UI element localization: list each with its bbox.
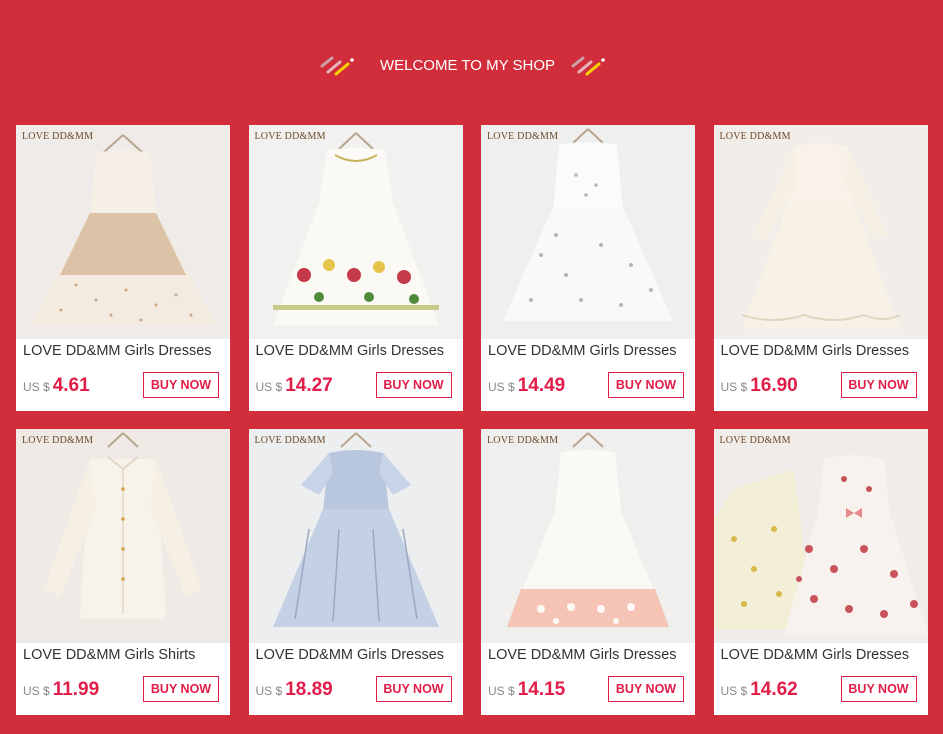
product-title[interactable]: LOVE DD&MM Girls Dresses (488, 343, 693, 359)
welcome-banner: WELCOME TO MY SHOP (0, 50, 943, 80)
product-image[interactable]: LOVE DD&MM (248, 429, 463, 643)
product-title[interactable]: LOVE DD&MM Girls Dresses (256, 343, 461, 359)
buy-now-button[interactable]: BUY NOW (375, 676, 452, 702)
price-value: 14.62 (750, 679, 798, 700)
brand-watermark: LOVE DD&MM (254, 435, 326, 446)
buy-now-button[interactable]: BUY NOW (608, 676, 684, 702)
brand-watermark: LOVE DD&MM (254, 131, 326, 142)
product-image[interactable]: LOVE DD&MM (16, 429, 230, 643)
price-value: 18.89 (285, 679, 333, 700)
product-image[interactable]: LOVE DD&MM (248, 125, 463, 339)
price-value: 14.49 (517, 375, 566, 396)
product-card[interactable]: LOVE DD&MM LOVE DD&MM Girls Dresses US $… (16, 125, 230, 411)
product-card[interactable]: LOVE DD&MM LOVE DD&MM Girls Shirts US $ … (16, 429, 230, 715)
buy-now-button[interactable]: BUY NOW (608, 372, 684, 398)
price-value: 16.90 (750, 375, 798, 396)
product-card[interactable]: LOVE DD&MM LOVE DD&MM Girls Dresses US $… (481, 125, 695, 411)
price: US $ 14.27 (256, 375, 333, 397)
brand-watermark: LOVE DD&MM (22, 131, 94, 142)
product-title[interactable]: LOVE DD&MM Girls Shirts (23, 647, 228, 663)
brand-watermark: LOVE DD&MM (22, 435, 94, 446)
buy-now-button[interactable]: BUY NOW (840, 676, 917, 702)
brand-watermark: LOVE DD&MM (719, 435, 791, 446)
product-image[interactable]: LOVE DD&MM (16, 125, 230, 339)
buy-now-button[interactable]: BUY NOW (375, 372, 452, 398)
currency-label: US $ (720, 380, 748, 394)
price-value: 14.27 (285, 375, 333, 396)
currency-label: US $ (720, 684, 748, 698)
product-grid: LOVE DD&MM LOVE DD&MM Girls Dresses US $… (16, 125, 928, 715)
brand-watermark: LOVE DD&MM (487, 435, 559, 446)
product-title[interactable]: LOVE DD&MM Girls Dresses (23, 343, 228, 359)
price: US $ 18.89 (256, 679, 333, 701)
product-card[interactable]: LOVE DD&MM LOVE DD&MM Girls Dresses US $… (481, 429, 695, 715)
price: US $ 14.49 (488, 375, 565, 397)
product-card[interactable]: LOVE DD&MM LOVE DD&MM Girls Dresses US $… (248, 429, 463, 715)
confetti-right-icon (567, 50, 627, 80)
currency-label: US $ (255, 380, 283, 394)
currency-label: US $ (255, 684, 283, 698)
currency-label: US $ (488, 380, 515, 394)
price: US $ 4.61 (23, 375, 90, 397)
brand-watermark: LOVE DD&MM (719, 131, 791, 142)
welcome-text: WELCOME TO MY SHOP (379, 56, 556, 74)
price: US $ 16.90 (721, 375, 798, 397)
product-card[interactable]: LOVE DD&MM LOVE DD&MM Girls Dresses US $… (713, 429, 928, 715)
product-title[interactable]: LOVE DD&MM Girls Dresses (488, 647, 693, 663)
buy-now-button[interactable]: BUY NOW (840, 372, 917, 398)
currency-label: US $ (23, 684, 50, 698)
price: US $ 14.62 (721, 679, 798, 701)
product-image[interactable]: LOVE DD&MM (481, 429, 695, 643)
price: US $ 11.99 (23, 679, 99, 701)
product-image[interactable]: LOVE DD&MM (713, 125, 928, 339)
price-value: 11.99 (52, 679, 100, 700)
product-card[interactable]: LOVE DD&MM LOVE DD&MM Girls Dresses US $… (713, 125, 928, 411)
brand-watermark: LOVE DD&MM (487, 131, 559, 142)
product-image[interactable]: LOVE DD&MM (481, 125, 695, 339)
confetti-left-icon (316, 50, 376, 80)
product-image[interactable]: LOVE DD&MM (713, 429, 928, 643)
product-title[interactable]: LOVE DD&MM Girls Dresses (721, 647, 926, 663)
currency-label: US $ (23, 380, 50, 394)
price: US $ 14.15 (488, 679, 565, 701)
buy-now-button[interactable]: BUY NOW (143, 372, 219, 398)
product-title[interactable]: LOVE DD&MM Girls Dresses (256, 647, 461, 663)
currency-label: US $ (488, 684, 515, 698)
price-value: 14.15 (517, 679, 566, 700)
buy-now-button[interactable]: BUY NOW (143, 676, 219, 702)
product-card[interactable]: LOVE DD&MM LOVE DD&MM Girls Dresses US $… (248, 125, 463, 411)
product-title[interactable]: LOVE DD&MM Girls Dresses (721, 343, 926, 359)
price-value: 4.61 (52, 375, 90, 396)
